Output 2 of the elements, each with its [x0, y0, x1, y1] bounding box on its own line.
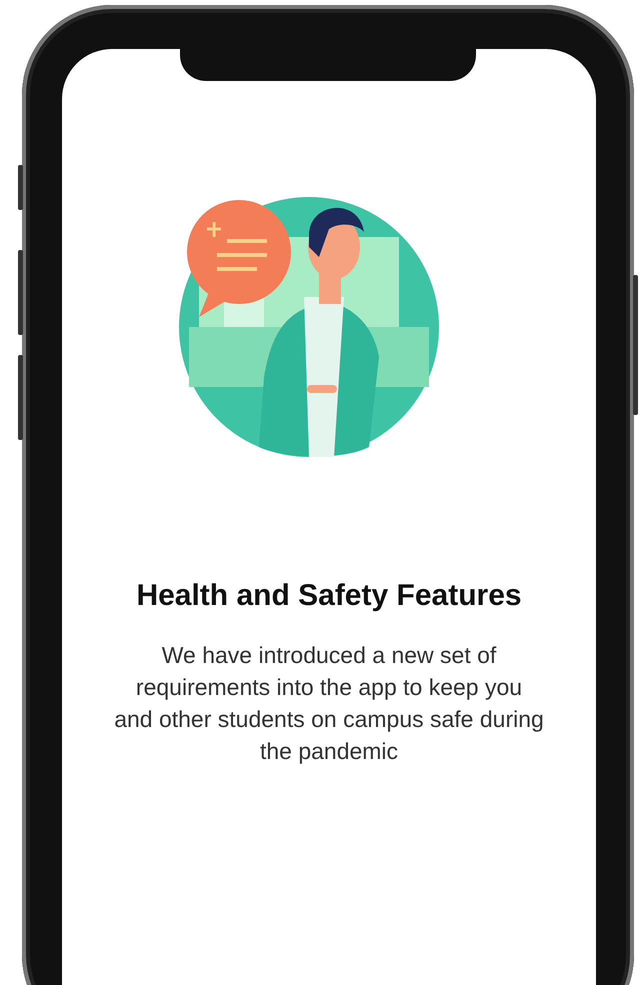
description-text: We have introduced a new set of requirements into the app to keep you and other students on campus safe during the pandemic: [114, 641, 544, 766]
screen-title: Health and Safety Features: [136, 579, 522, 613]
